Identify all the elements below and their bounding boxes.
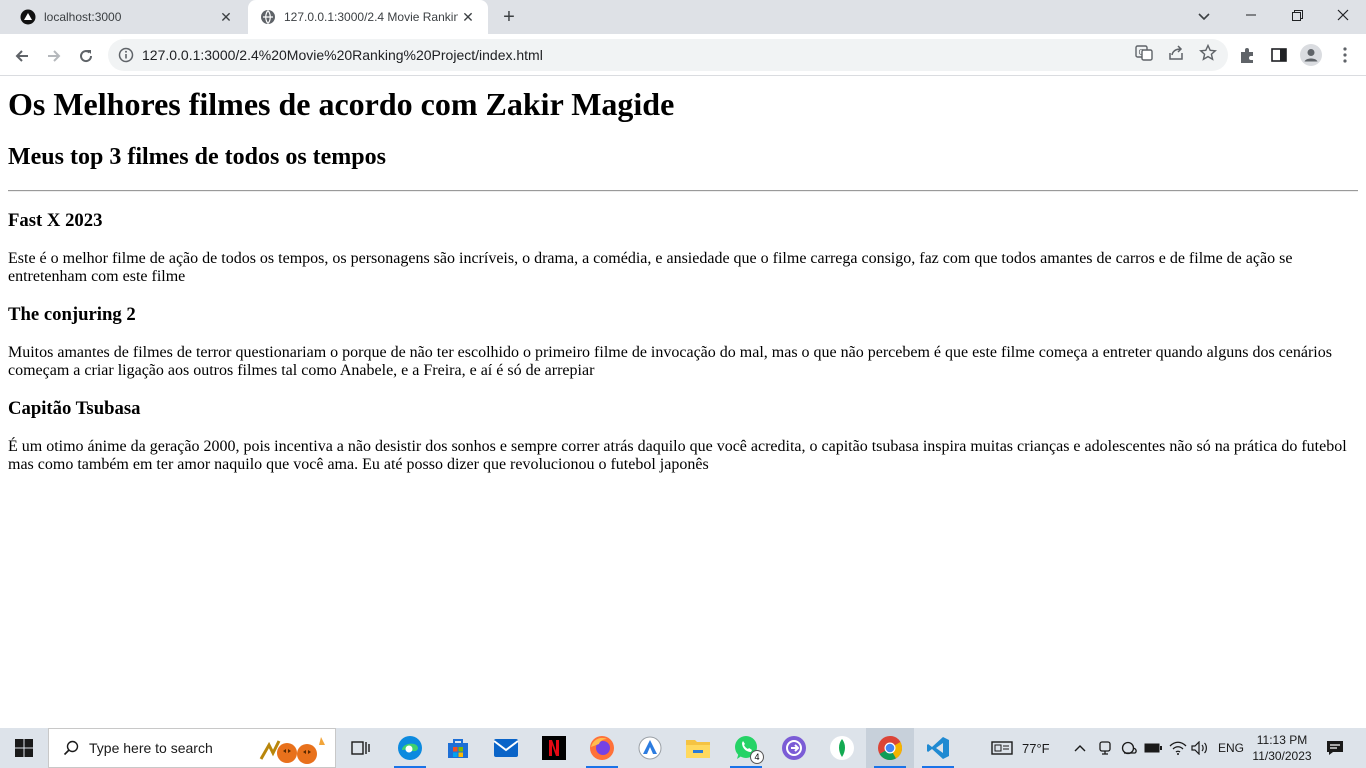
weather-icon[interactable]: [990, 738, 1014, 758]
search-icon: [61, 738, 81, 758]
mail-icon[interactable]: [482, 728, 530, 768]
new-tab-button[interactable]: +: [498, 6, 520, 28]
bookmark-star-icon[interactable]: [1197, 42, 1219, 64]
profile-avatar-icon[interactable]: [1300, 44, 1322, 66]
taskbar: Type here to search 4 77°F ENG 11:13 PM …: [0, 728, 1366, 768]
tab-movie-ranking[interactable]: 127.0.0.1:3000/2.4 Movie Rankin ✕: [248, 0, 488, 34]
page-content: Os Melhores filmes de acordo com Zakir M…: [0, 77, 1366, 728]
volume-icon[interactable]: [1190, 738, 1210, 758]
notification-center-icon[interactable]: [1320, 728, 1350, 768]
app-circle-arrow-icon[interactable]: [770, 728, 818, 768]
notification-badge: 4: [750, 750, 764, 764]
close-tab-icon[interactable]: ✕: [458, 7, 478, 27]
wifi-icon[interactable]: [1168, 738, 1188, 758]
onedrive-icon[interactable]: [1118, 738, 1138, 758]
taskbar-clock[interactable]: 11:13 PM 11/30/2023: [1244, 728, 1320, 768]
tab-search-chevron-icon[interactable]: [1192, 6, 1216, 28]
url-text: 127.0.0.1:3000/2.4%20Movie%20Ranking%20P…: [142, 47, 543, 63]
file-explorer-icon[interactable]: [674, 728, 722, 768]
tab-localhost[interactable]: localhost:3000 ✕: [8, 0, 246, 34]
movie-title: The conjuring 2: [8, 304, 136, 325]
divider: [8, 190, 1358, 192]
close-tab-icon[interactable]: ✕: [216, 7, 236, 27]
chevron-up-icon[interactable]: [1070, 738, 1090, 758]
movie-description: É um otimo ánime da geração 2000, pois i…: [8, 438, 1347, 473]
microsoft-store-icon[interactable]: [434, 728, 482, 768]
minimize-icon[interactable]: [1228, 0, 1274, 30]
weather-temperature[interactable]: 77°F: [1022, 728, 1050, 768]
back-arrow-icon[interactable]: [8, 42, 36, 70]
page-title: Os Melhores filmes de acordo com Zakir M…: [8, 86, 675, 122]
tab-strip: localhost:3000 ✕ 127.0.0.1:3000/2.4 Movi…: [0, 0, 1366, 34]
movie-description: Este é o melhor filme de ação de todos o…: [8, 250, 1293, 285]
forward-arrow-icon[interactable]: [40, 42, 68, 70]
movie-title: Capitão Tsubasa: [8, 398, 141, 419]
search-placeholder: Type here to search: [89, 740, 213, 756]
whatsapp-icon[interactable]: 4: [722, 728, 770, 768]
share-icon[interactable]: [1165, 42, 1187, 64]
side-panel-icon[interactable]: [1268, 44, 1290, 66]
browser-toolbar: 127.0.0.1:3000/2.4%20Movie%20Ranking%20P…: [0, 34, 1366, 76]
close-window-icon[interactable]: [1320, 0, 1366, 30]
taskbar-search-box[interactable]: Type here to search: [48, 728, 336, 768]
page-subtitle: Meus top 3 filmes de todos os tempos: [8, 144, 386, 170]
tab-title: 127.0.0.1:3000/2.4 Movie Rankin: [284, 10, 458, 24]
clock-date: 11/30/2023: [1252, 749, 1312, 763]
extensions-puzzle-icon[interactable]: [1236, 44, 1258, 66]
tab-title: localhost:3000: [44, 10, 122, 24]
battery-icon[interactable]: [1143, 738, 1163, 758]
reload-icon[interactable]: [72, 42, 100, 70]
address-bar[interactable]: 127.0.0.1:3000/2.4%20Movie%20Ranking%20P…: [108, 39, 1228, 71]
firefox-icon[interactable]: [578, 728, 626, 768]
azure-data-studio-icon[interactable]: [626, 728, 674, 768]
chrome-icon[interactable]: [866, 728, 914, 768]
mongodb-compass-icon[interactable]: [818, 728, 866, 768]
restore-icon[interactable]: [1274, 0, 1320, 30]
halloween-pumpkin-icon: [259, 733, 331, 768]
clock-time: 11:13 PM: [1256, 733, 1308, 747]
site-info-icon[interactable]: [118, 47, 134, 63]
movie-title: Fast X 2023: [8, 210, 103, 231]
globe-icon: [260, 9, 276, 25]
app-logo-icon: [20, 9, 36, 25]
menu-kebab-icon[interactable]: [1334, 44, 1356, 66]
netflix-icon[interactable]: [530, 728, 578, 768]
meet-now-icon[interactable]: [1095, 738, 1115, 758]
translate-icon[interactable]: G: [1133, 42, 1155, 64]
windows-start-icon[interactable]: [0, 728, 48, 768]
edge-browser-icon[interactable]: [386, 728, 434, 768]
vscode-icon[interactable]: [914, 728, 962, 768]
task-view-icon[interactable]: [336, 728, 384, 768]
movie-description: Muitos amantes de filmes de terror quest…: [8, 344, 1332, 379]
language-indicator[interactable]: ENG: [1218, 728, 1244, 768]
